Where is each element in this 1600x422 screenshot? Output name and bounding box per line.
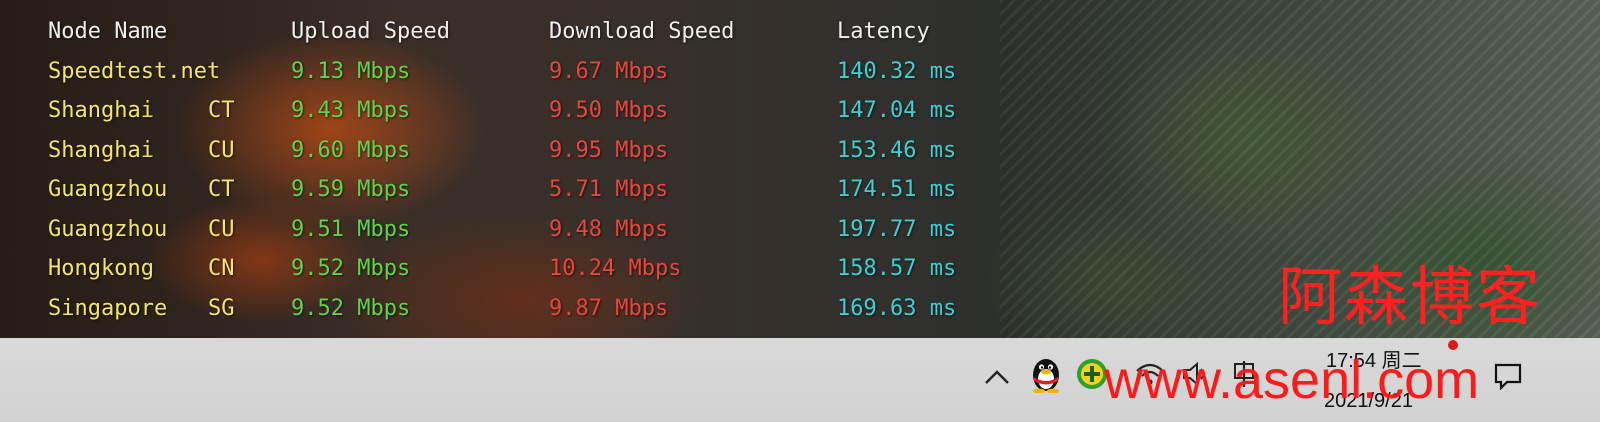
header-upload-speed: Upload Speed <box>291 19 450 44</box>
download-speed-value: 9.95 Mbps <box>549 137 669 163</box>
chevron-up-icon[interactable] <box>980 360 1014 394</box>
header-download-speed: Download Speed <box>549 19 735 44</box>
node-code: CU <box>208 216 235 242</box>
result-row: Guangzhou CU 9.51 Mbps 9.48 Mbps 197.77 ms <box>48 210 1017 250</box>
desktop-wallpaper: Node Name Upload Speed Download Speed La… <box>0 0 1600 338</box>
latency-value: 197.77 ms <box>837 216 957 242</box>
watermark-site-name: 阿森博客 <box>1278 261 1542 335</box>
result-row: Shanghai CT 9.43 Mbps 9.50 Mbps 147.04 ms <box>48 91 1017 131</box>
download-speed-value: 10.24 Mbps <box>549 256 682 281</box>
download-speed-value: 9.48 Mbps <box>549 216 669 242</box>
upload-speed-value: 9.52 Mbps <box>291 256 411 281</box>
latency-value: 158.57 ms <box>837 256 957 281</box>
upload-speed-value: 9.51 Mbps <box>291 216 411 242</box>
upload-speed-value: 9.60 Mbps <box>291 137 411 163</box>
download-speed-value: 5.71 Mbps <box>549 177 669 202</box>
upload-speed-value: 9.52 Mbps <box>291 295 411 321</box>
upload-speed-value: 9.43 Mbps <box>291 98 411 123</box>
node-name: Hongkong <box>48 256 154 281</box>
upload-speed-value: 9.59 Mbps <box>291 177 411 202</box>
result-row: Speedtest.net 9.13 Mbps 9.67 Mbps 140.32 ms <box>48 52 1017 92</box>
notification-icon[interactable] <box>1488 356 1528 396</box>
node-cell: Hongkong CN <box>48 249 291 289</box>
latency-value: 140.32 ms <box>837 58 957 84</box>
speedtest-results: Node Name Upload Speed Download Speed La… <box>48 12 1017 328</box>
node-cell: Guangzhou CU <box>48 210 291 250</box>
node-cell: Guangzhou CT <box>48 170 291 210</box>
node-name: Guangzhou <box>48 177 168 202</box>
notification-badge <box>1448 340 1458 350</box>
node-code: CT <box>208 177 235 202</box>
latency-value: 147.04 ms <box>837 98 957 123</box>
download-speed-value: 9.67 Mbps <box>549 58 669 84</box>
node-name: Shanghai <box>48 98 154 123</box>
node-name: Shanghai <box>48 137 154 163</box>
results-rows: Speedtest.net 9.13 Mbps 9.67 Mbps 140.32 ms… <box>48 52 1017 329</box>
upload-speed-value: 9.13 Mbps <box>291 58 411 84</box>
node-code: SG <box>208 295 235 321</box>
download-speed-value: 9.50 Mbps <box>549 98 669 123</box>
qq-penguin-icon[interactable] <box>1026 354 1066 394</box>
node-code: CT <box>208 98 235 123</box>
node-cell: Speedtest.net <box>48 52 291 92</box>
node-name: Guangzhou <box>48 216 168 242</box>
result-row: Shanghai CU 9.60 Mbps 9.95 Mbps 153.46 ms <box>48 131 1017 171</box>
latency-value: 174.51 ms <box>837 177 957 202</box>
node-code: CU <box>208 137 235 163</box>
node-cell: Shanghai CT <box>48 91 291 131</box>
watermark-url: www.asenl.com <box>1104 350 1480 410</box>
node-name: Singapore <box>48 295 168 321</box>
node-name: Speedtest.net <box>48 58 221 84</box>
result-row: Hongkong CN 9.52 Mbps 10.24 Mbps 158.57 ms <box>48 249 1017 289</box>
latency-value: 153.46 ms <box>837 137 957 163</box>
result-row: Guangzhou CT 9.59 Mbps 5.71 Mbps 174.51 ms <box>48 170 1017 210</box>
node-code: CN <box>208 256 235 281</box>
results-header-row: Node Name Upload Speed Download Speed La… <box>48 12 1017 52</box>
result-row: Singapore SG 9.52 Mbps 9.87 Mbps 169.63 ms <box>48 289 1017 329</box>
download-speed-value: 9.87 Mbps <box>549 295 669 321</box>
node-cell: Shanghai CU <box>48 131 291 171</box>
latency-value: 169.63 ms <box>837 295 957 321</box>
header-latency: Latency <box>837 19 930 44</box>
header-node-name: Node Name <box>48 19 168 44</box>
node-cell: Singapore SG <box>48 289 291 329</box>
node-code <box>208 52 291 92</box>
